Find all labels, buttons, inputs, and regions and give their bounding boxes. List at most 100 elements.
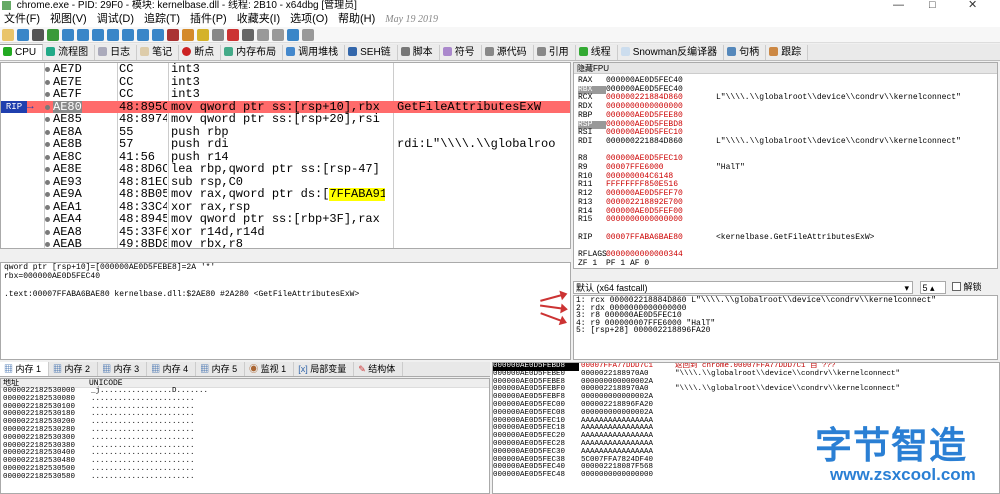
disasm-row[interactable]: AEA4 48:8945 mov qword ptr ss:[rbp+3F],rax: [1, 213, 570, 226]
register-value[interactable]: 00007FFABA6BAE80: [606, 233, 716, 242]
disasm-row[interactable]: AE93 48:81EC sub rsp,C0: [1, 175, 570, 189]
argument-row[interactable]: 5: [rsp+28] 000002218896FA20: [574, 327, 997, 335]
breakpoint-dot[interactable]: [45, 154, 50, 160]
register-row[interactable]: RSI 000000AE0D5FEC10: [578, 129, 716, 137]
settings-icon[interactable]: [302, 29, 314, 41]
register-row[interactable]: R15 0000000000000000: [578, 216, 716, 224]
run-icon[interactable]: [47, 29, 59, 41]
tab-log[interactable]: 日志: [95, 45, 138, 60]
tab-cpu[interactable]: CPU: [0, 44, 44, 60]
minimize-icon[interactable]: —: [893, 0, 904, 11]
trace-over-icon[interactable]: [122, 29, 134, 41]
tab-call-stack[interactable]: 调用堆栈: [283, 45, 346, 60]
stack-row[interactable]: 000000AE0D5FEC08 000000000000002A: [493, 409, 999, 418]
disasm-row[interactable]: AE7E CC int3: [1, 75, 570, 89]
maximize-icon[interactable]: □: [929, 0, 936, 11]
tab-source[interactable]: 源代码: [481, 45, 534, 60]
tab-memory-3[interactable]: ▦ 内存 3: [98, 362, 148, 376]
register-value[interactable]: 000002218892E700: [606, 198, 716, 207]
tab-memory-1[interactable]: ▦ 内存 1: [0, 362, 50, 376]
register-value[interactable]: 0000000000000000: [606, 216, 716, 224]
tab-script[interactable]: 脚本: [397, 45, 440, 60]
register-row[interactable]: RDX 0000000000000000: [578, 103, 716, 111]
breakpoint-dot[interactable]: [45, 179, 50, 185]
tab-handles[interactable]: 句柄: [724, 45, 767, 60]
tab-locals[interactable]: [x] 局部变量: [294, 362, 355, 376]
tab-threads[interactable]: 线程: [575, 45, 618, 60]
menu-trace[interactable]: 追踪(T): [140, 11, 186, 27]
register-row[interactable]: RBP 000000AE0D5FEE80: [578, 111, 716, 120]
tab-references[interactable]: 引用: [533, 45, 576, 60]
breakpoint-dot[interactable]: [45, 217, 50, 222]
menu-plugins[interactable]: 插件(P): [186, 11, 233, 27]
register-value[interactable]: 00007FFE6000: [606, 164, 716, 172]
step-into-icon[interactable]: [77, 29, 89, 41]
unlock-checkbox[interactable]: [952, 282, 962, 291]
stack-row[interactable]: 000000AE0D5FEBF8 000000000000002A: [493, 393, 999, 402]
register-row[interactable]: RIP 00007FFABA6BAE80 <kernelbase.GetFileAt…: [578, 233, 874, 242]
tab-memory-2[interactable]: ▦ 内存 2: [49, 362, 99, 376]
pause-icon[interactable]: [62, 29, 74, 41]
open-icon[interactable]: [2, 29, 14, 41]
tab-notes[interactable]: 笔记: [137, 45, 180, 60]
execute-till-return-icon[interactable]: [137, 29, 149, 41]
register-row[interactable]: R9 00007FFE6000 "HalT": [578, 164, 745, 172]
breakpoint-dot[interactable]: [45, 229, 50, 235]
menu-file[interactable]: 文件(F): [0, 11, 46, 27]
strings-icon[interactable]: [272, 29, 284, 41]
close-icon[interactable]: [32, 29, 44, 41]
tab-memory-4[interactable]: ▦ 内存 4: [147, 362, 197, 376]
disasm-row[interactable]: AEA1 48:33C4 xor rax,rsp: [1, 200, 570, 214]
disasm-row[interactable]: AE8A 55 push rbp: [1, 125, 570, 139]
tab-watch-1[interactable]: ◉ 监视 1: [245, 362, 295, 376]
tab-snowman[interactable]: Snowman反编译器: [617, 45, 725, 60]
stack-row[interactable]: 000000AE0D5FEBE0 0000022188970A0 "\\\\.\\g…: [493, 370, 999, 379]
breakpoint-dot[interactable]: [45, 242, 50, 247]
hide-fpu-button[interactable]: 隐藏FPU: [574, 63, 997, 74]
breakpoint-dot[interactable]: [45, 117, 50, 122]
function-icon[interactable]: [242, 29, 254, 41]
module-icon[interactable]: [257, 29, 269, 41]
step-over-icon[interactable]: [92, 29, 104, 41]
breakpoint-dot[interactable]: [45, 79, 50, 85]
register-row[interactable]: [578, 225, 716, 233]
menu-view[interactable]: 视图(V): [46, 11, 93, 27]
breakpoint-dot[interactable]: [45, 67, 50, 72]
register-row[interactable]: ZF 1 PF 1 AF 0: [578, 259, 716, 268]
memory-dump[interactable]: 地址 UNICODE 0000022182530000 _j............…: [0, 378, 490, 494]
menu-favourites[interactable]: 收藏夹(I): [233, 11, 286, 27]
close-icon[interactable]: ✕: [968, 0, 977, 11]
register-value[interactable]: 000000AE0D5FEF70: [606, 190, 716, 198]
register-value[interactable]: 000000AE0D5FEC10: [606, 129, 716, 137]
tab-memory-5[interactable]: ▦ 内存 5: [196, 362, 246, 376]
tab-symbols[interactable]: 符号: [439, 45, 482, 60]
call-convention-select[interactable]: 默认 (x64 fastcall) ▾: [573, 281, 913, 294]
restart-icon[interactable]: [17, 29, 29, 41]
breakpoint-dot[interactable]: [45, 129, 50, 135]
disasm-row[interactable]: AE7F CC int3: [1, 88, 570, 101]
register-row[interactable]: R13 000002218892E700: [578, 198, 716, 207]
menu-help[interactable]: 帮助(H): [334, 11, 381, 27]
disasm-row[interactable]: AE8B 57 push rdi rdi:L"\\\\.\\globalroo: [1, 138, 570, 151]
register-value[interactable]: 000000AE0D5FEE80: [606, 111, 716, 120]
tab-seh[interactable]: SEH链: [345, 45, 398, 60]
tab-graph[interactable]: 流程图: [43, 45, 96, 60]
trace-into-icon[interactable]: [107, 29, 119, 41]
menu-debug[interactable]: 调试(D): [93, 11, 140, 27]
register-value[interactable]: 0000000000000000: [606, 103, 716, 111]
stack-row[interactable]: 000000AE0D5FEC00 000002218896FA20: [493, 401, 999, 410]
arguments-panel[interactable]: 1: rcx 000002218884D860 L"\\\\.\\globalr…: [573, 295, 998, 360]
patch-icon[interactable]: [182, 29, 194, 41]
disasm-row[interactable]: AE7D CC int3: [1, 63, 570, 76]
stack-row[interactable]: 000000AE0D5FEBF0 0000022188970A0 "\\\\.\\g…: [493, 386, 999, 394]
arg-count-spinner[interactable]: 5 ▴: [919, 281, 946, 294]
run-to-user-icon[interactable]: [152, 29, 164, 41]
breakpoint-dot[interactable]: [45, 192, 50, 197]
breakpoint-dot[interactable]: [45, 204, 50, 210]
tab-breakpoints[interactable]: 断点: [179, 45, 222, 60]
dump-row[interactable]: 0000022182530580.......................: [1, 473, 489, 482]
disassembly-view[interactable]: AE7D CC int3 AE7E CC int3 AE7F CC int3 RIP → AE80 48…: [0, 62, 571, 249]
breakpoint-dot[interactable]: [45, 167, 50, 172]
comment-icon[interactable]: [197, 29, 209, 41]
breakpoint-dot[interactable]: [45, 92, 50, 97]
